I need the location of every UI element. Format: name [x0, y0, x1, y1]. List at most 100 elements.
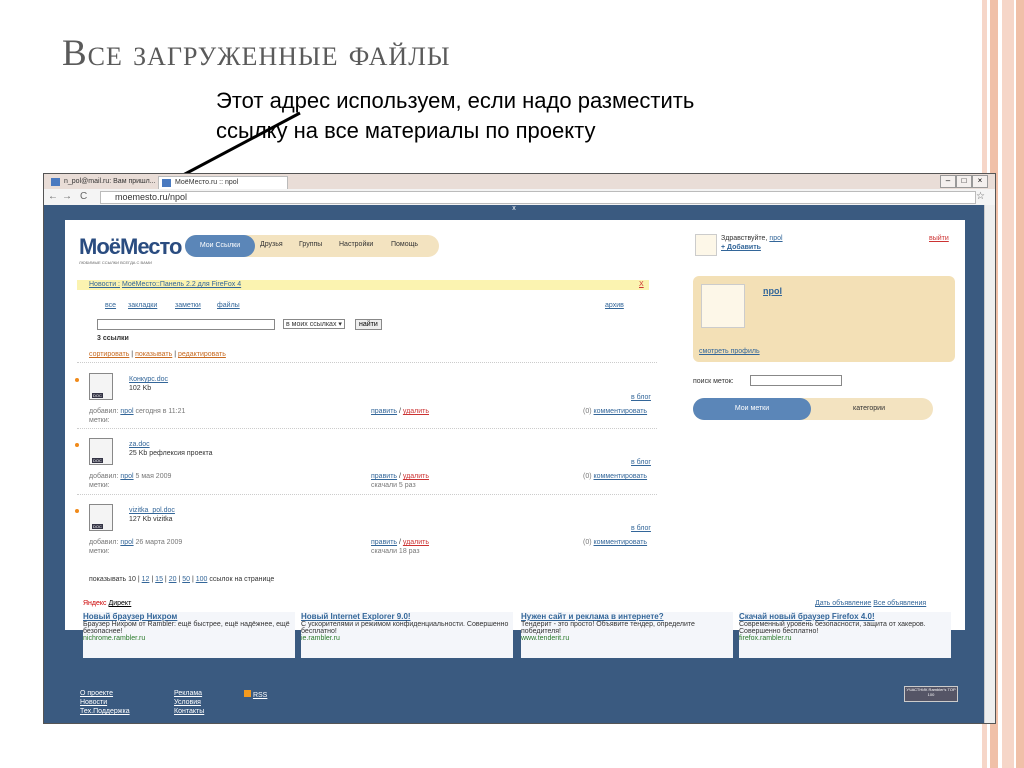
- close-icon[interactable]: ×: [972, 175, 988, 188]
- download-count: скачали 18 раз: [371, 548, 420, 555]
- add-link[interactable]: + Добавить: [721, 244, 761, 251]
- menu-friends[interactable]: Друзья: [260, 241, 283, 248]
- footer-link[interactable]: О проекте: [80, 690, 113, 697]
- page-content: МоёМесто ЛЮБИМЫЕ ССЫЛКИ ВСЕГДА С ВАМИ Мо…: [65, 220, 965, 658]
- divider: [77, 362, 657, 364]
- file-name[interactable]: vizitka_pol.doc: [129, 507, 175, 514]
- file-tags: метки:: [89, 548, 110, 555]
- added-by: добавил: npol сегодня в 11:21: [89, 408, 186, 415]
- news-bar: Новости : МоёМесто::Панель 2.2 для FireF…: [77, 280, 649, 290]
- added-by: добавил: npol 26 марта 2009: [89, 539, 183, 546]
- comment-link: (0) комментировать: [583, 473, 648, 480]
- per-page: показывать 10 | 12 | 15 | 20 | 50 | 100 …: [89, 576, 275, 583]
- doc-file-icon: DOC: [89, 504, 113, 531]
- doc-file-icon: DOC: [89, 438, 113, 465]
- filter-bookmarks[interactable]: закладки: [128, 302, 157, 309]
- item-bullet: [75, 378, 79, 382]
- scrollbar[interactable]: [984, 205, 995, 723]
- profile-card: npol смотреть профиль: [693, 276, 955, 362]
- greeting: Здравствуйте, npol: [721, 235, 783, 242]
- edit-delete: править / удалить: [371, 408, 429, 415]
- to-blog-link[interactable]: в блог: [631, 394, 651, 401]
- maximize-icon[interactable]: □: [956, 175, 972, 188]
- menu-help[interactable]: Помощь: [391, 241, 418, 248]
- url-input[interactable]: moemesto.ru/npol: [100, 191, 976, 204]
- divider: [77, 494, 657, 496]
- moemesto-icon: [162, 179, 171, 187]
- news-label[interactable]: Новости :: [89, 281, 120, 288]
- menu-groups[interactable]: Группы: [299, 241, 322, 248]
- filter-all[interactable]: все: [105, 302, 116, 309]
- browser-screenshot: n_pol@mail.ru: Вам пришл... МоёМесто.ru …: [43, 173, 996, 724]
- filter-files[interactable]: файлы: [217, 302, 240, 309]
- footer-link[interactable]: Реклама: [174, 690, 202, 697]
- search-input[interactable]: [97, 319, 275, 330]
- rambler-top100-badge[interactable]: УЧАСТНИК Rambler's TOP 100: [904, 686, 958, 702]
- menu-settings[interactable]: Настройки: [339, 241, 373, 248]
- mail-icon: [51, 178, 60, 186]
- footer-link[interactable]: Условия: [174, 699, 201, 706]
- site-logo[interactable]: МоёМесто ЛЮБИМЫЕ ССЫЛКИ ВСЕГДА С ВАМИ: [79, 234, 182, 265]
- archive-link[interactable]: архив: [605, 302, 624, 309]
- search-scope-select[interactable]: в моих ссылках ▾: [283, 319, 345, 329]
- edit-delete: править / удалить: [371, 473, 429, 480]
- sort-links: сортировать | показывать | редактировать: [89, 351, 226, 358]
- links-count: 3 ссылки: [97, 335, 129, 342]
- star-icon[interactable]: ☆: [976, 191, 985, 202]
- forward-icon[interactable]: →: [62, 191, 72, 202]
- comment-link: (0) комментировать: [583, 408, 648, 415]
- minimize-icon[interactable]: –: [940, 175, 956, 188]
- user-avatar-small: [695, 234, 717, 256]
- doc-file-icon: DOC: [89, 373, 113, 400]
- tab-categories[interactable]: категории: [853, 405, 885, 412]
- menu-my-links[interactable]: Мои Ссылки: [185, 235, 255, 257]
- file-tags: метки:: [89, 482, 110, 489]
- comment-link: (0) комментировать: [583, 539, 648, 546]
- tag-search-input[interactable]: [750, 375, 842, 386]
- tab-mail[interactable]: n_pol@mail.ru: Вам пришл...: [48, 176, 159, 189]
- file-desc: 102 Kb: [129, 385, 152, 392]
- footer-link[interactable]: Тех.Поддержка: [80, 708, 130, 715]
- added-by: добавил: npol 5 мая 2009: [89, 473, 172, 480]
- item-bullet: [75, 443, 79, 447]
- yandex-direct: Яндекс Директ: [83, 600, 132, 607]
- footer-link[interactable]: Новости: [80, 699, 107, 706]
- tag-tabs: Мои метки категории: [693, 398, 933, 420]
- file-desc: 25 Kb рефлексия проекта: [129, 450, 213, 457]
- file-desc: 127 Kb vizitka: [129, 516, 173, 523]
- user-avatar: [701, 284, 745, 328]
- tag-search-label: поиск меток:: [693, 378, 734, 385]
- view-profile-link[interactable]: смотреть профиль: [699, 348, 760, 355]
- news-link[interactable]: МоёМесто::Панель 2.2 для FireFox 4: [122, 281, 241, 288]
- ad-item[interactable]: Скачай новый браузер Firefox 4.0! Соврем…: [739, 612, 951, 658]
- to-blog-link[interactable]: в блог: [631, 459, 651, 466]
- tab-moemesto[interactable]: МоёМесто.ru :: npol: [158, 176, 288, 190]
- ads-links: Дать объявление Все объявления: [815, 600, 927, 607]
- footer-link[interactable]: Контакты: [174, 708, 204, 715]
- file-name[interactable]: Конкурс.doc: [129, 376, 168, 383]
- ad-item[interactable]: Новый Internet Explorer 9.0! С ускорител…: [301, 612, 513, 658]
- news-close[interactable]: X: [639, 281, 644, 288]
- item-bullet: [75, 509, 79, 513]
- ad-item[interactable]: Нужен сайт и реклама в интернете? Тендер…: [521, 612, 733, 658]
- filter-notes[interactable]: заметки: [175, 302, 201, 309]
- logout-link[interactable]: выйти: [929, 235, 949, 242]
- user-link[interactable]: npol: [769, 235, 782, 242]
- rss-icon: [244, 690, 251, 697]
- main-menu: Мои Ссылки Друзья Группы Настройки Помощ…: [185, 235, 439, 257]
- tab-bar: n_pol@mail.ru: Вам пришл... МоёМесто.ru …: [44, 174, 995, 190]
- download-count: скачали 5 раз: [371, 482, 416, 489]
- address-bar: ← → C moemesto.ru/npol ☆: [44, 189, 995, 206]
- ad-item[interactable]: Новый браузер Нихром Браузер Нихром от R…: [83, 612, 295, 658]
- profile-name[interactable]: npol: [763, 286, 782, 296]
- reload-icon[interactable]: C: [80, 191, 87, 202]
- back-icon[interactable]: ←: [48, 191, 58, 202]
- to-blog-link[interactable]: в блог: [631, 525, 651, 532]
- rss-link[interactable]: RSS: [244, 690, 267, 699]
- divider: [77, 428, 657, 430]
- find-button[interactable]: найти: [355, 319, 382, 330]
- file-tags: метки:: [89, 417, 110, 424]
- file-name[interactable]: za.doc: [129, 441, 150, 448]
- close-bar[interactable]: x: [44, 205, 984, 215]
- tab-my-tags[interactable]: Мои метки: [693, 398, 811, 420]
